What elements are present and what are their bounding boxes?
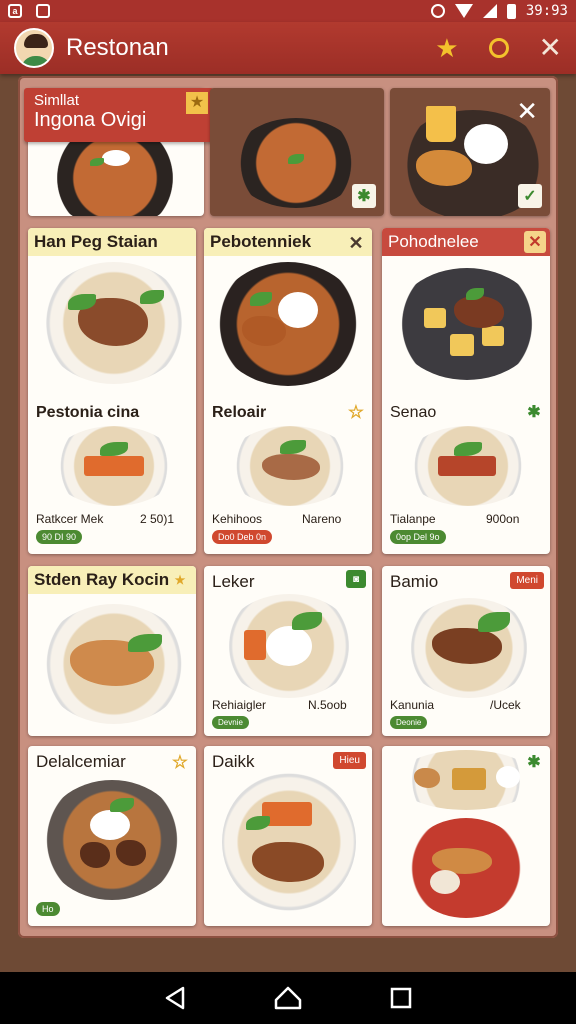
price-value: 900on	[486, 512, 520, 526]
app-bar: Restonan ★ ✕	[0, 22, 576, 74]
avatar[interactable]	[14, 28, 54, 68]
circle-icon[interactable]	[488, 38, 509, 58]
menu-board: Simllat Ingona Ovigi ★ ✱ ✕ ✓ Han Peg Sta…	[18, 76, 558, 938]
menu-card-9[interactable]: ✱	[382, 746, 550, 926]
wifi-icon	[454, 4, 473, 18]
favorite-star-icon[interactable]: ★	[435, 35, 458, 61]
home-icon[interactable]	[274, 986, 302, 1010]
dish-image-2	[226, 426, 354, 506]
price-name: Tialanpe	[390, 512, 436, 526]
menu-badge[interactable]: Meni	[510, 572, 544, 589]
check-icon[interactable]: ✓	[518, 184, 542, 208]
featured-star-icon[interactable]: ★	[186, 92, 208, 114]
dish-image	[396, 750, 536, 810]
order-pill[interactable]: Do0 Deb 0n	[212, 530, 273, 544]
leaf-icon[interactable]: ✱	[522, 400, 546, 424]
featured-label: Simllat Ingona Ovigi ★	[24, 88, 214, 142]
leaf-icon[interactable]: ✱	[352, 184, 376, 208]
card-subtitle: Senao	[390, 404, 437, 421]
price-name: Kanunia	[390, 698, 435, 712]
navigation-bar	[0, 972, 576, 1024]
dish-image-2	[406, 818, 526, 918]
price-name: Ratkcer Mek	[36, 512, 104, 526]
dish-image-2	[404, 426, 532, 506]
menu-badge[interactable]: Hieu	[333, 752, 366, 769]
noodle-bowl-image	[232, 118, 360, 208]
rating-star-icon[interactable]: ★	[168, 568, 192, 592]
card-title: Daikk	[212, 752, 255, 771]
price-name: Kehihoos	[212, 512, 263, 526]
order-pill[interactable]: 90 DI 90	[36, 530, 83, 544]
app-title: Restonan	[66, 34, 169, 61]
notification-icon-label: a	[12, 6, 18, 16]
dish-image	[42, 780, 182, 900]
price-value: N.5oob	[308, 698, 347, 712]
clock: 39:93	[525, 3, 568, 19]
signal-icon	[482, 4, 497, 18]
featured-card-2[interactable]: ✱	[210, 88, 384, 216]
back-icon[interactable]	[163, 986, 187, 1010]
notification-icon: a	[8, 4, 22, 18]
featured-close-icon[interactable]: ✕	[516, 96, 538, 127]
card-title: Leker	[212, 572, 255, 591]
card-title: Bamio	[390, 572, 439, 591]
card-close-icon[interactable]: ✕	[344, 231, 368, 255]
dish-image	[40, 604, 188, 724]
price-value: Nareno	[302, 512, 342, 526]
close-icon[interactable]: ✕	[539, 34, 562, 62]
card-subtitle: Reloair	[212, 404, 267, 421]
menu-card-7[interactable]: Delalcemiar ☆ Ho	[28, 746, 196, 926]
price-name: Rehiaigler	[212, 698, 267, 712]
price-value: /Ucek	[490, 698, 521, 712]
order-pill[interactable]: Deonie	[390, 716, 428, 729]
price-value: 2 50)1	[140, 512, 175, 526]
dish-image	[404, 598, 534, 698]
leaf-icon[interactable]: ✱	[522, 750, 546, 774]
camera-icon[interactable]: ◙	[346, 570, 366, 588]
dish-image	[222, 772, 356, 912]
menu-card-8[interactable]: Daikk Hieu	[204, 746, 372, 926]
battery-icon	[506, 3, 516, 19]
menu-card-6[interactable]: Bamio Meni Kanunia /Ucek Deonie	[382, 566, 550, 736]
mail-icon	[36, 4, 50, 18]
recent-apps-icon[interactable]	[389, 986, 413, 1010]
card-close-icon[interactable]: ✕	[524, 231, 546, 253]
alarm-icon	[430, 4, 445, 18]
menu-card-1[interactable]: Han Peg Staian Pestonia cina Ratkcer Mek…	[28, 228, 196, 554]
featured-label-line1: Simllat	[34, 92, 80, 109]
dish-image	[40, 262, 188, 384]
dish-image	[394, 268, 540, 380]
menu-card-2[interactable]: Pebotenniek ✕ Reloair ☆ Kehihoos Nareno …	[204, 228, 372, 554]
rating-star-icon[interactable]: ☆	[344, 400, 368, 424]
dish-image	[214, 262, 362, 386]
juice-glass-icon	[426, 106, 456, 142]
dish-image-2	[50, 426, 178, 506]
order-pill[interactable]: 0op Del 9o	[390, 530, 446, 544]
card-title: Delalcemiar	[36, 752, 126, 771]
order-pill[interactable]: Devnie	[212, 716, 249, 729]
card-subtitle: Pestonia cina	[36, 404, 140, 421]
status-bar: a 39:93	[0, 0, 576, 22]
menu-card-5[interactable]: Leker ◙ Rehiaigler N.5oob Devnie	[204, 566, 372, 736]
dish-image	[222, 594, 356, 698]
menu-card-4[interactable]: Stden Ray Kocin ★	[28, 566, 196, 736]
order-pill[interactable]: Ho	[36, 902, 60, 916]
rating-star-icon[interactable]: ☆	[168, 750, 192, 774]
featured-card-3[interactable]: ✕ ✓	[390, 88, 550, 216]
card-title: Han Peg Staian	[28, 228, 196, 256]
featured-label-line2: Ingona Ovigi	[34, 109, 147, 131]
menu-card-3[interactable]: Pohodnelee ✕ Senao ✱ Tialanpe 900on 0op …	[382, 228, 550, 554]
